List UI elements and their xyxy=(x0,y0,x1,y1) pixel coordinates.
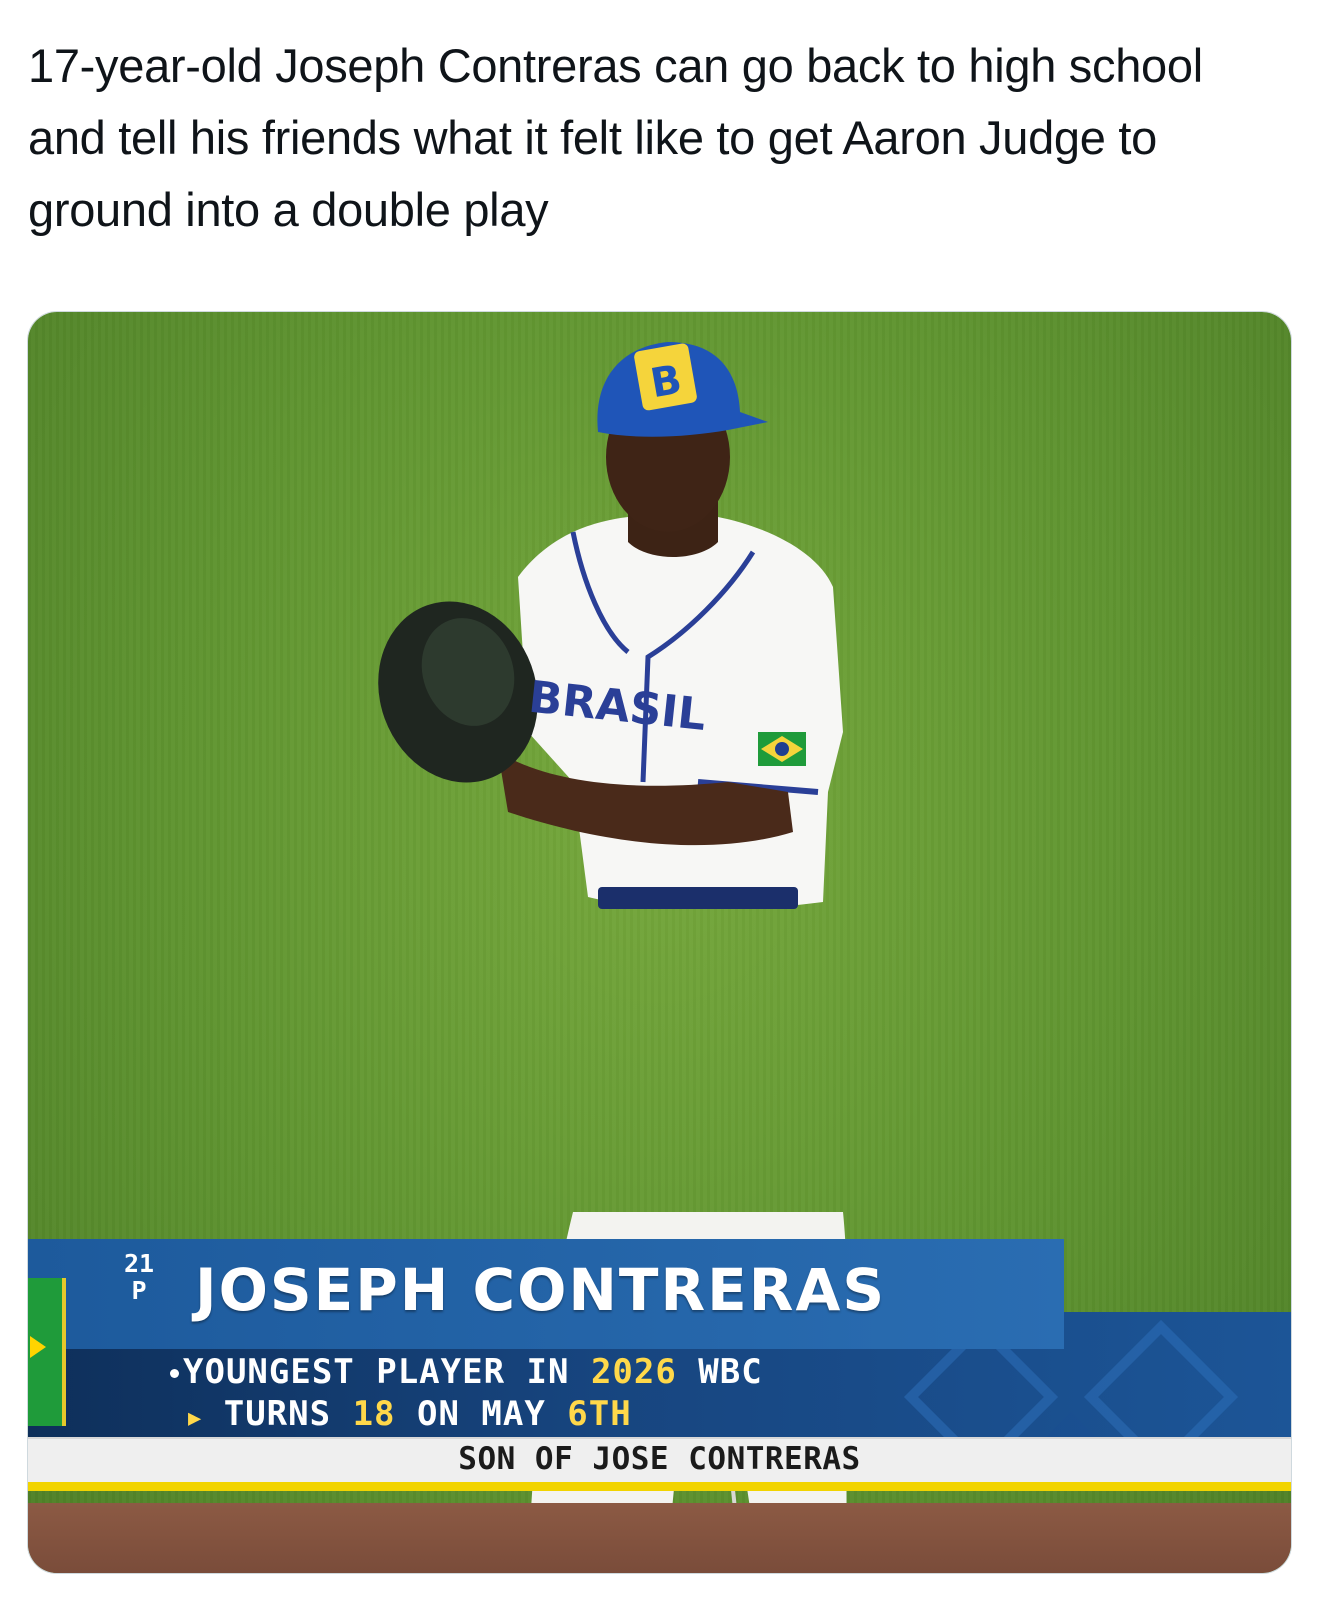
info-line1-year: 2026 xyxy=(590,1352,677,1392)
pitchers-mound-dirt xyxy=(28,1503,1291,1573)
play-arrow-icon xyxy=(30,1336,46,1358)
yellow-stripe xyxy=(28,1482,1291,1491)
info-line2-age: 18 xyxy=(352,1394,396,1434)
player-name: JOSEPH CONTRERAS xyxy=(195,1256,887,1324)
info-line2-mid: ON MAY xyxy=(395,1394,568,1434)
triangle-bullet-icon: ▶ xyxy=(188,1406,203,1431)
info-line2-prefix: TURNS xyxy=(223,1394,353,1434)
jersey-number-badge: 21 P xyxy=(113,1250,165,1304)
info-line-youngest: YOUNGEST PLAYER IN 2026 WBC xyxy=(170,1352,763,1392)
info-line2-day: 6TH xyxy=(567,1394,632,1434)
footer-text: SON OF JOSE CONTRERAS xyxy=(458,1441,861,1477)
jersey-number: 21 xyxy=(123,1249,155,1278)
tweet-text: 17-year-old Joseph Contreras can go back… xyxy=(28,39,1203,236)
bullet-dot-icon xyxy=(170,1369,179,1378)
info-line1-suffix: WBC xyxy=(676,1352,763,1392)
tweet-media-image[interactable]: B BRASIL 21 P JOSEPH CONTRERAS YOUNGEST … xyxy=(27,311,1292,1574)
info-line-birthday: ▶ TURNS 18 ON MAY 6TH xyxy=(188,1394,632,1439)
info-line1-prefix: YOUNGEST PLAYER IN xyxy=(183,1352,591,1392)
player-position: P xyxy=(131,1276,147,1305)
